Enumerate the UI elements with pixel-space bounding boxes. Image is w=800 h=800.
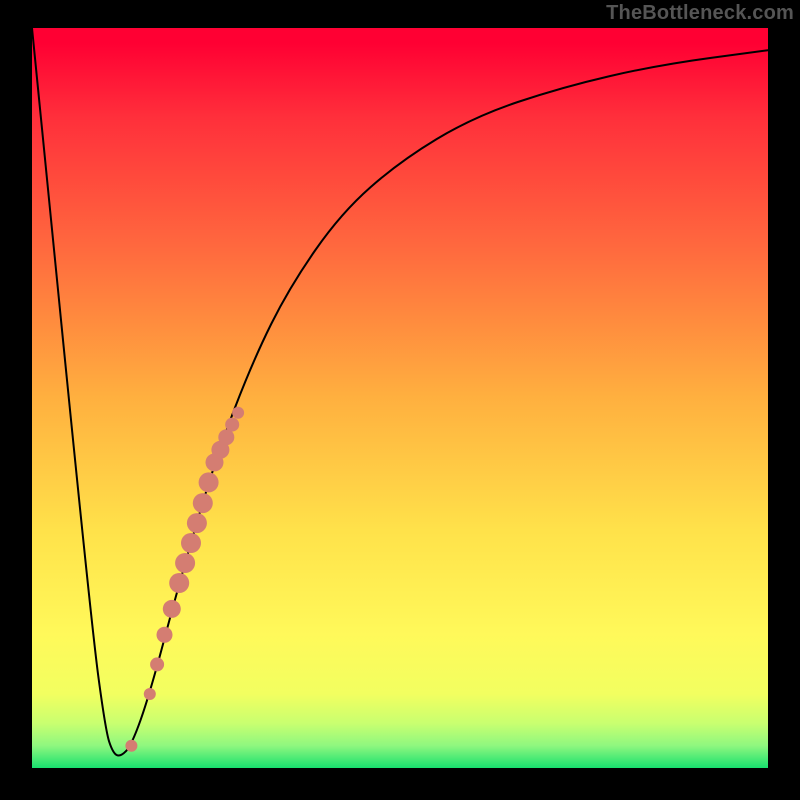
- chart-frame: TheBottleneck.com: [0, 0, 800, 800]
- highlight-dot: [199, 472, 219, 492]
- highlight-dot: [150, 657, 164, 671]
- highlight-dot: [225, 418, 239, 432]
- highlight-dot: [187, 513, 207, 533]
- highlight-dot: [175, 553, 195, 573]
- highlight-dot: [125, 740, 137, 752]
- watermark-text: TheBottleneck.com: [606, 2, 794, 25]
- highlight-dot: [157, 627, 173, 643]
- chart-svg: [32, 28, 768, 768]
- highlight-dots: [125, 407, 244, 752]
- highlight-dot: [169, 573, 189, 593]
- plot-area: [32, 28, 768, 768]
- bottleneck-curve: [32, 28, 768, 755]
- curve-layer: [32, 28, 768, 755]
- highlight-dot: [144, 688, 156, 700]
- highlight-dot: [193, 493, 213, 513]
- highlight-dot: [181, 533, 201, 553]
- highlight-dot: [163, 600, 181, 618]
- highlight-dot: [232, 407, 244, 419]
- highlight-dot: [218, 429, 234, 445]
